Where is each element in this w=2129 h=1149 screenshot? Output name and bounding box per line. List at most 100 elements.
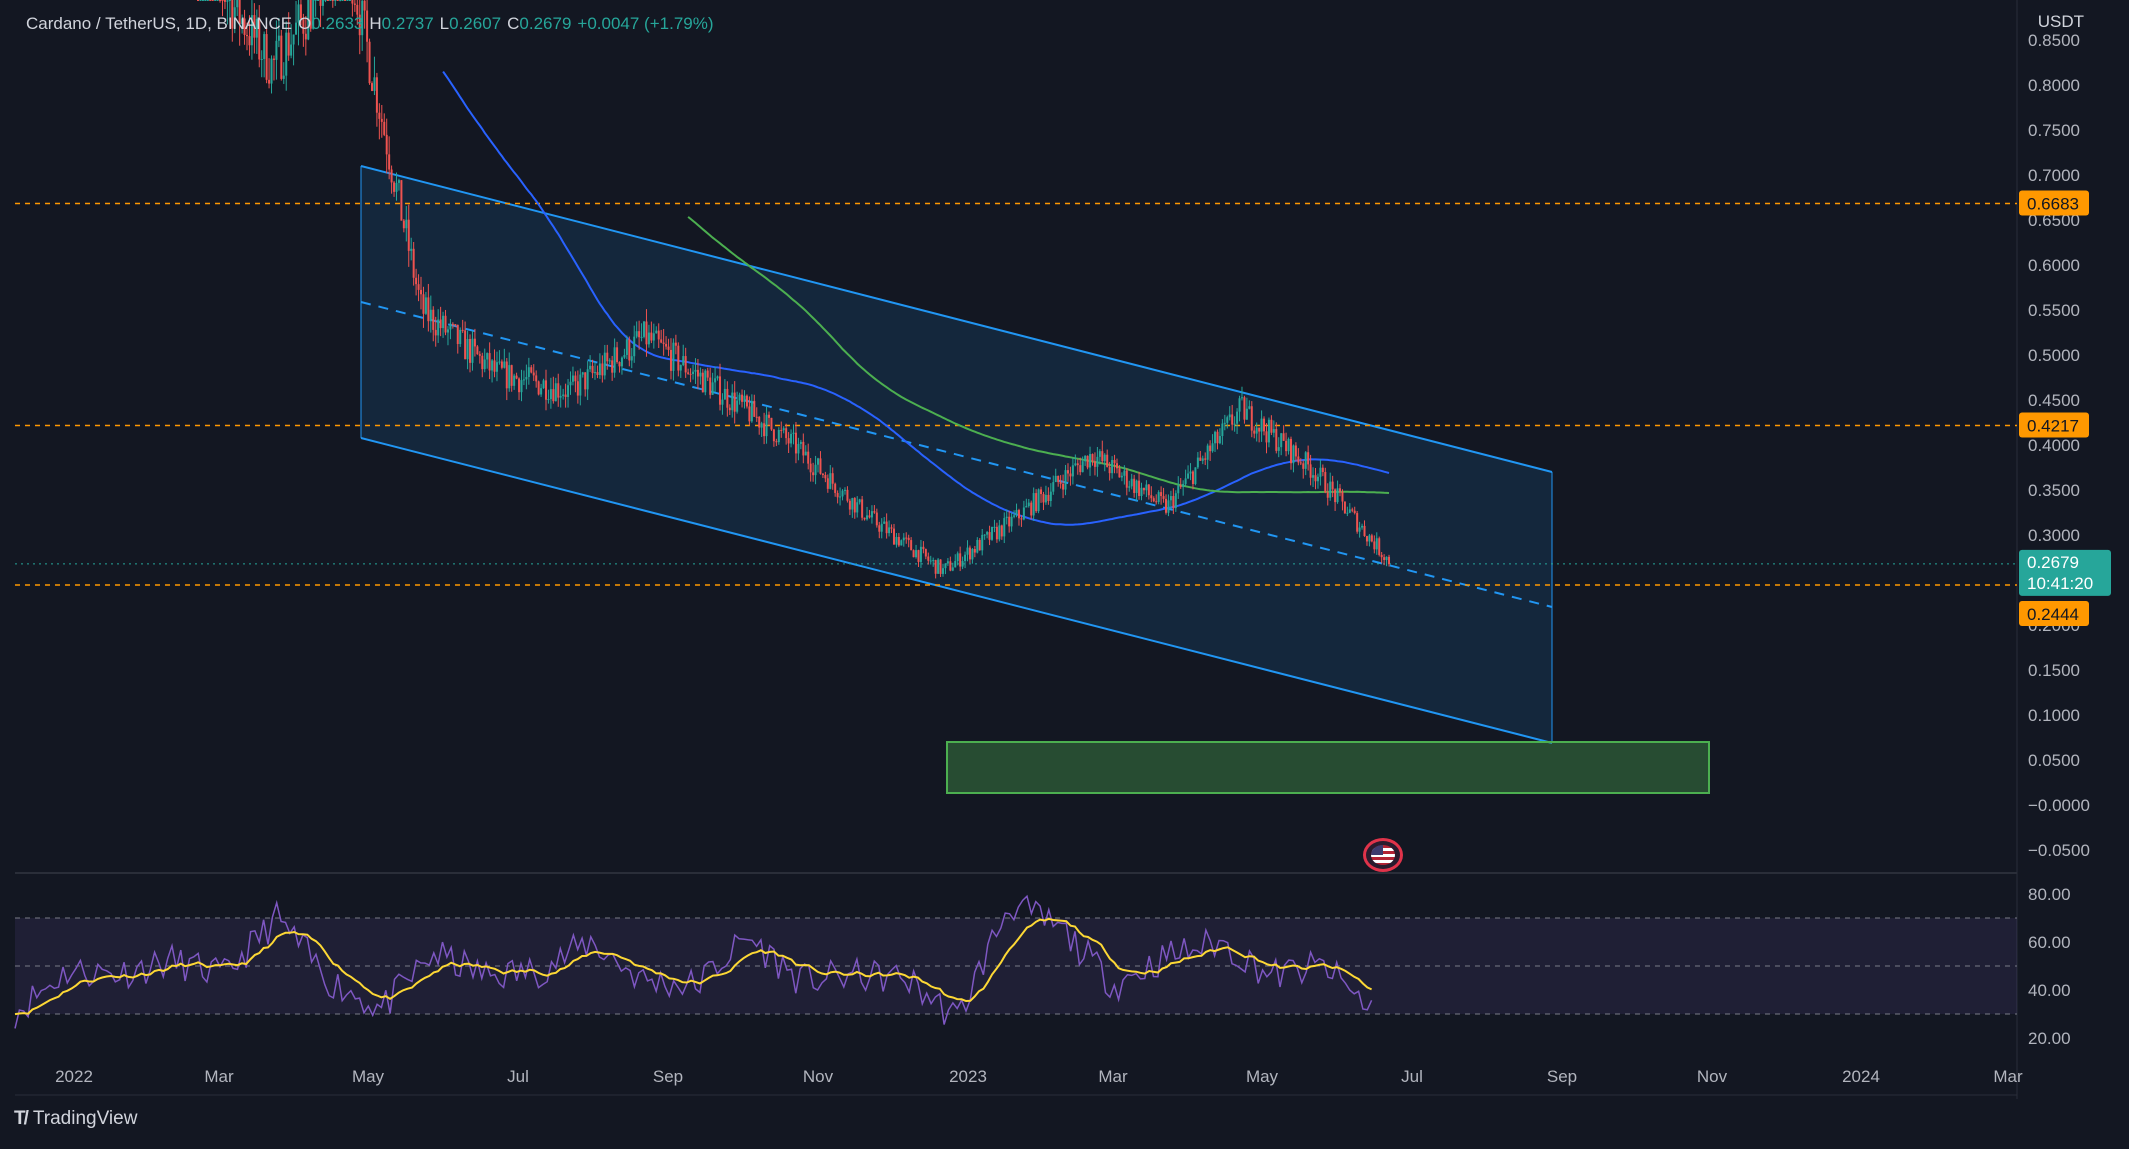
candle-body: [765, 414, 768, 437]
bar-countdown: 10:41:20: [2027, 574, 2093, 593]
candle-body: [1238, 398, 1241, 412]
candle-body: [951, 567, 954, 571]
candle-body: [574, 375, 577, 382]
candle-body: [498, 361, 501, 363]
candle-body: [1015, 510, 1018, 516]
symbol-title[interactable]: Cardano / TetherUS, 1D, BINANCE: [26, 14, 292, 34]
candle-body: [1032, 493, 1035, 516]
candle-body: [1206, 445, 1209, 460]
candle-body: [1216, 431, 1219, 444]
candle-body: [868, 515, 871, 518]
candle-body: [861, 499, 864, 518]
candle-body: [922, 546, 925, 550]
candle-body: [1118, 468, 1121, 478]
candle-body: [1054, 475, 1057, 483]
price-tick-label: 0.8000: [2028, 76, 2080, 95]
target-zone[interactable]: [946, 741, 1710, 794]
candle-body: [321, 0, 324, 6]
candle-body: [594, 372, 597, 374]
candle-body: [655, 330, 658, 334]
candle-body: [380, 118, 383, 122]
candle-body: [726, 388, 729, 408]
candle-body: [549, 389, 552, 400]
candle-body: [983, 534, 986, 536]
candle-body: [567, 385, 570, 397]
candle-body: [1130, 478, 1133, 487]
candle-body: [1084, 455, 1087, 462]
candle-body: [993, 526, 996, 528]
candle-body: [569, 381, 572, 386]
candle-body: [1179, 485, 1182, 488]
candle-body: [1160, 492, 1163, 497]
candle-body: [488, 353, 491, 371]
candle-body: [1047, 494, 1050, 501]
change-value: +0.0047 (+1.79%): [577, 14, 714, 33]
candle-body: [1108, 467, 1111, 474]
candle-body: [1299, 462, 1302, 464]
candle-body: [324, 0, 327, 1]
candle-body: [674, 342, 677, 346]
candle-body: [907, 537, 910, 541]
candle-body: [976, 539, 979, 553]
candle-body: [341, 0, 344, 1]
candle-body: [807, 451, 810, 464]
candle-body: [910, 540, 913, 551]
candle-body: [522, 379, 525, 381]
candle-body: [606, 352, 609, 362]
candle-body: [1280, 433, 1283, 448]
candle-body: [422, 294, 425, 314]
candle-body: [1358, 527, 1361, 532]
candle-body: [1049, 491, 1052, 501]
candle-body: [557, 383, 560, 398]
candle-body: [787, 438, 790, 444]
candle-body: [1157, 492, 1160, 502]
candle-body: [486, 353, 489, 360]
candle-body: [797, 443, 800, 454]
candle-body: [902, 537, 905, 541]
candle-body: [581, 372, 584, 375]
candle-body: [743, 395, 746, 402]
candle-body: [1218, 436, 1221, 444]
time-tick-label: 2022: [55, 1067, 93, 1086]
candle-body: [1223, 422, 1226, 424]
candle-body: [1008, 516, 1011, 527]
us-flag-event-icon[interactable]: [1363, 838, 1403, 872]
candle-body: [223, 0, 226, 2]
low-label: L: [439, 14, 450, 33]
candle-body: [1209, 445, 1212, 452]
candle-body: [1258, 427, 1261, 432]
candle-body: [201, 0, 204, 1]
candle-body: [662, 342, 665, 344]
candle-body: [839, 496, 842, 498]
currency-label[interactable]: USDT: [2038, 12, 2084, 32]
chart-canvas[interactable]: 0.85000.80000.75000.70000.65000.60000.55…: [0, 0, 2129, 1149]
price-tick-label: 0.0500: [2028, 751, 2080, 770]
candle-body: [706, 370, 709, 378]
candle-body: [1231, 414, 1234, 425]
candle-body: [608, 360, 611, 362]
candle-body: [331, 0, 334, 1]
candle-body: [385, 134, 388, 155]
candle-body: [638, 331, 641, 338]
candle-body: [1304, 452, 1307, 469]
candle-body: [1169, 496, 1172, 501]
candle-body: [1000, 525, 1003, 537]
candle-body: [268, 79, 271, 84]
candle-body: [282, 75, 285, 79]
candle-body: [326, 0, 329, 1]
candle-body: [623, 354, 626, 358]
candle-body: [672, 342, 675, 371]
tradingview-brand[interactable]: T/ TradingView: [14, 1108, 137, 1130]
low-value: 0.2607: [449, 14, 502, 33]
candle-body: [628, 339, 631, 361]
candle-body: [508, 365, 511, 389]
candle-body: [1194, 467, 1197, 485]
candle-body: [611, 360, 614, 373]
open-value: 0.2633: [311, 14, 364, 33]
candle-body: [559, 395, 562, 398]
candle-body: [535, 375, 538, 382]
candle-body: [1162, 496, 1165, 499]
candle-body: [439, 319, 442, 329]
candle-body: [1184, 478, 1187, 484]
candle-body: [397, 180, 400, 183]
